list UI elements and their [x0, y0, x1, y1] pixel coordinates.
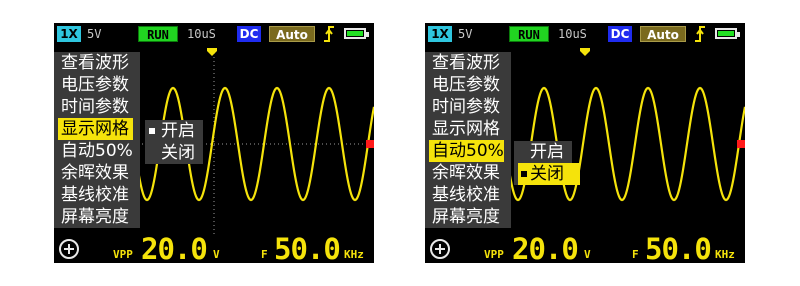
grid-submenu: 开启 关闭	[145, 120, 203, 164]
menu-item-auto-50[interactable]: 自动50%	[54, 140, 140, 162]
measurement-bar: VPP 20.0 V F 50.0 KHz	[54, 232, 374, 263]
trigger-level-marker	[737, 140, 745, 148]
auto50-submenu: 开启 关闭	[514, 141, 580, 185]
run-status[interactable]: RUN	[138, 26, 178, 42]
volts-per-div[interactable]: 5V	[87, 26, 101, 42]
menu-item-persistence[interactable]: 余晖效果	[425, 162, 511, 184]
menu-item-auto-50[interactable]: 自动50%	[429, 140, 504, 162]
oscilloscope-screen-1: 1X 5V RUN 10uS DC Auto 查看波形 电压参数 时间参数 显示…	[54, 23, 374, 263]
submenu-option-label: 关闭	[161, 143, 195, 163]
menu-item-voltage-params[interactable]: 电压参数	[425, 74, 511, 96]
selection-dot-icon	[521, 171, 527, 177]
coupling-mode[interactable]: DC	[237, 26, 261, 42]
probe-attenuation[interactable]: 1X	[57, 26, 81, 42]
measurement-bar: VPP 20.0 V F 50.0 KHz	[425, 232, 745, 263]
menu-item-time-params[interactable]: 时间参数	[54, 96, 140, 118]
submenu-option-label: 关闭	[530, 164, 564, 184]
status-bar: 1X 5V RUN 10uS DC Auto	[54, 23, 374, 45]
vpp-unit: V	[213, 248, 220, 261]
time-per-div[interactable]: 10uS	[558, 26, 587, 42]
trigger-position-marker	[580, 48, 590, 56]
submenu-option-on[interactable]: 开启	[514, 141, 572, 163]
add-icon[interactable]	[59, 239, 79, 259]
menu-item-persistence[interactable]: 余晖效果	[54, 162, 140, 184]
vpp-value: 20.0	[512, 232, 579, 263]
submenu-option-label: 开启	[161, 121, 195, 141]
frequency-value: 50.0	[645, 232, 712, 263]
oscilloscope-screen-2: 1X 5V RUN 10uS DC Auto 查看波形 电压参数 时间参数 显示…	[425, 23, 745, 263]
coupling-mode[interactable]: DC	[608, 26, 632, 42]
volts-per-div[interactable]: 5V	[458, 26, 472, 42]
menu-item-screen-brightness[interactable]: 屏幕亮度	[54, 206, 140, 228]
menu-item-view-waveform[interactable]: 查看波形	[425, 52, 511, 74]
menu-item-baseline-calibration[interactable]: 基线校准	[425, 184, 511, 206]
frequency-unit: KHz	[344, 248, 364, 261]
menu-item-view-waveform[interactable]: 查看波形	[54, 52, 140, 74]
menu-item-voltage-params[interactable]: 电压参数	[54, 74, 140, 96]
trigger-level-marker	[366, 140, 374, 148]
battery-icon	[715, 28, 740, 39]
frequency-unit: KHz	[715, 248, 735, 261]
rising-edge-icon	[695, 26, 705, 42]
vpp-value: 20.0	[141, 232, 208, 263]
main-menu: 查看波形 电压参数 时间参数 显示网格 自动50% 余晖效果 基线校准 屏幕亮度	[54, 52, 140, 228]
status-bar: 1X 5V RUN 10uS DC Auto	[425, 23, 745, 45]
vpp-unit: V	[584, 248, 591, 261]
trigger-mode[interactable]: Auto	[640, 26, 686, 42]
run-status[interactable]: RUN	[509, 26, 549, 42]
time-per-div[interactable]: 10uS	[187, 26, 216, 42]
main-menu: 查看波形 电压参数 时间参数 显示网格 自动50% 余晖效果 基线校准 屏幕亮度	[425, 52, 511, 228]
rising-edge-icon	[324, 26, 334, 42]
battery-icon	[344, 28, 369, 39]
submenu-option-off[interactable]: 关闭	[145, 142, 203, 164]
trigger-mode[interactable]: Auto	[269, 26, 315, 42]
menu-item-show-grid[interactable]: 显示网格	[58, 118, 133, 140]
trigger-position-marker	[207, 48, 217, 56]
frequency-value: 50.0	[274, 232, 341, 263]
probe-attenuation[interactable]: 1X	[428, 26, 452, 42]
frequency-label: F	[261, 248, 268, 261]
menu-item-time-params[interactable]: 时间参数	[425, 96, 511, 118]
menu-item-screen-brightness[interactable]: 屏幕亮度	[425, 206, 511, 228]
menu-item-baseline-calibration[interactable]: 基线校准	[54, 184, 140, 206]
selection-dot-icon	[149, 128, 155, 134]
frequency-label: F	[632, 248, 639, 261]
menu-item-show-grid[interactable]: 显示网格	[425, 118, 511, 140]
vpp-label: VPP	[113, 248, 133, 261]
submenu-option-off[interactable]: 关闭	[518, 163, 580, 185]
vpp-label: VPP	[484, 248, 504, 261]
submenu-option-label: 开启	[530, 142, 564, 162]
add-icon[interactable]	[430, 239, 450, 259]
submenu-option-on[interactable]: 开启	[145, 120, 203, 142]
